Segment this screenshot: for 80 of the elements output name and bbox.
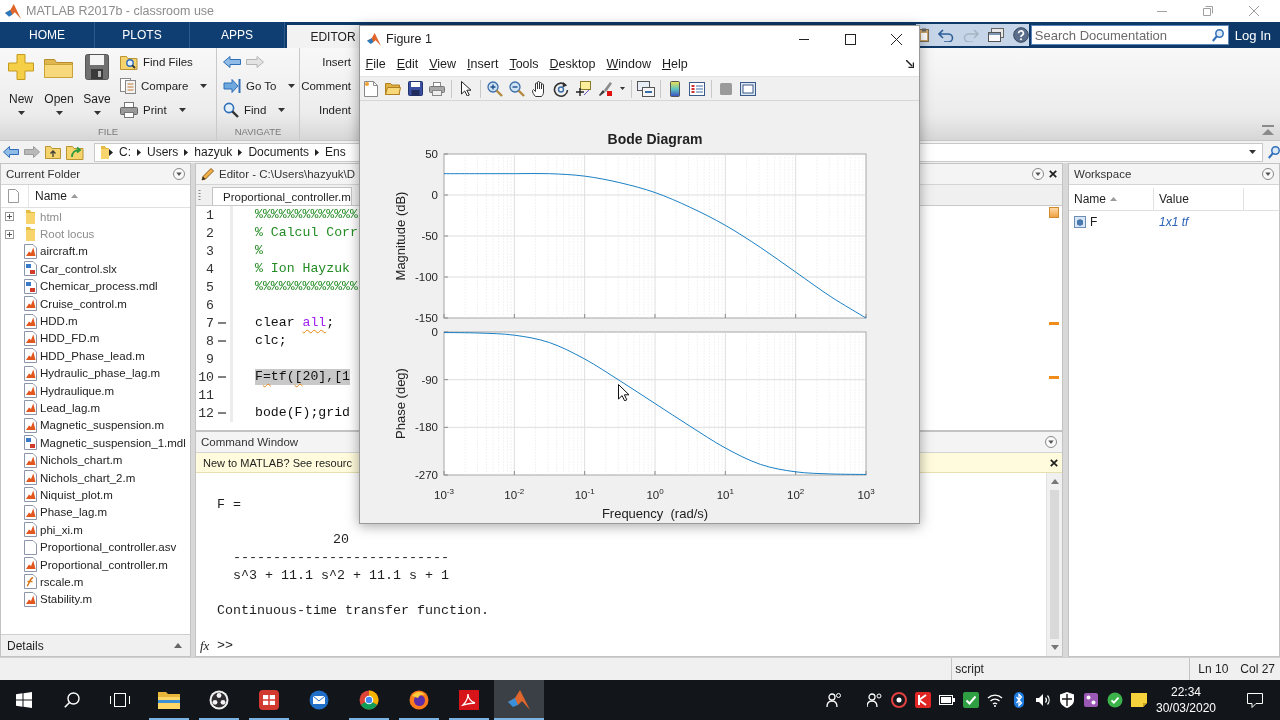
line-number: 6 bbox=[205, 297, 214, 313]
x-tick-label: 10$^{-2}$ bbox=[504, 488, 525, 502]
file-name: HDD_FD.m bbox=[40, 332, 100, 345]
file-name: Hydraulic_phase_lag.m bbox=[40, 367, 161, 380]
y-tick-label: -180 bbox=[414, 421, 438, 434]
code-line: % Calcul Corr bbox=[255, 225, 358, 241]
x-tick-label: 10$^{3}$ bbox=[857, 488, 875, 502]
file-name: Chemicar_process.mdl bbox=[40, 280, 158, 293]
window-title: Figure 1 bbox=[386, 32, 432, 46]
panel-title: Current Folder bbox=[6, 168, 81, 180]
file-name: Niquist_plot.m bbox=[40, 488, 113, 501]
panel-title: Command Window bbox=[201, 436, 299, 448]
file-name: phi_xi.m bbox=[40, 523, 83, 536]
numerator-line: 20 bbox=[332, 531, 349, 549]
line-number: 5 bbox=[205, 279, 214, 295]
panel-title: Workspace bbox=[1074, 168, 1132, 180]
x-tick-label: 10$^{-1}$ bbox=[574, 488, 595, 502]
denominator-line: s^3 + 11.1 s^2 + 11.1 s + 1 bbox=[233, 567, 449, 585]
file-name: aircraft.m bbox=[40, 245, 88, 258]
output-line: Continuous-time transfer function. bbox=[217, 602, 489, 620]
y-axis-label: Magnitude (dB) bbox=[392, 191, 408, 281]
file-name: Cruise_control.m bbox=[40, 297, 127, 310]
y-tick-label: -270 bbox=[414, 469, 438, 481]
section-label: NAVIGATE bbox=[234, 125, 282, 139]
y-tick-label: -100 bbox=[414, 271, 438, 283]
file-name: Proportional_controller.m bbox=[40, 558, 168, 571]
y-axis-label: Phase (deg) bbox=[392, 368, 408, 439]
panel-title: Editor - C:\Users\hazyuk\D bbox=[219, 168, 356, 180]
file-name: Root locus bbox=[40, 228, 95, 241]
output-line: F = bbox=[217, 496, 241, 514]
code-line: bode(F);grid bbox=[255, 405, 350, 421]
file-name: html bbox=[40, 210, 62, 223]
window-title: MATLAB R2017b - classroom use bbox=[26, 4, 215, 18]
file-name: Nichols_chart_2.m bbox=[40, 471, 136, 484]
y-tick-label: 50 bbox=[425, 149, 438, 160]
file-name: Hydraulique.m bbox=[40, 384, 115, 397]
line-number: 8 bbox=[205, 333, 214, 349]
line-number: 4 bbox=[205, 261, 214, 277]
line-number: 7 bbox=[205, 315, 214, 331]
section-label: FILE bbox=[97, 125, 119, 139]
chart-title: Bode Diagram bbox=[607, 131, 703, 147]
line-number: 11 bbox=[197, 387, 214, 403]
file-name: Lead_lag.m bbox=[40, 402, 101, 414]
y-tick-label: -150 bbox=[414, 312, 438, 324]
x-tick-label: 10$^{-3}$ bbox=[434, 488, 454, 502]
file-name: Proportional_controller.asv bbox=[40, 541, 177, 554]
fraction-bar-line: --------------------------- bbox=[233, 549, 449, 567]
file-name: Nichols_chart.m bbox=[40, 454, 123, 467]
y-tick-label: -90 bbox=[421, 373, 438, 386]
file-name: Car_control.slx bbox=[40, 262, 117, 275]
variable-value: 1x1 tf bbox=[1159, 215, 1189, 229]
y-tick-label: -50 bbox=[421, 230, 438, 242]
code-line: % bbox=[255, 243, 263, 259]
x-axis-label: Frequency (rad/s) bbox=[601, 505, 709, 521]
line-number: 10 bbox=[197, 369, 214, 385]
line-number: 2 bbox=[205, 225, 214, 241]
code-line: clear all; bbox=[255, 315, 335, 331]
file-name: Stability.m bbox=[40, 593, 93, 606]
file-name: Magnetic_suspension_1.mdl bbox=[40, 436, 186, 449]
code-line: clc; bbox=[255, 333, 287, 349]
x-tick-label: 10$^{1}$ bbox=[716, 488, 734, 502]
code-line: %%%%%%%%%%%%% bbox=[255, 279, 358, 295]
file-name: Phase_lag.m bbox=[40, 506, 108, 519]
x-tick-label: 10$^{2}$ bbox=[787, 488, 805, 502]
line-number: 12 bbox=[197, 405, 214, 421]
file-name: HDD.m bbox=[40, 315, 78, 328]
file-name: HDD_Phase_lead.m bbox=[40, 349, 145, 362]
file-name: Magnetic_suspension.m bbox=[40, 419, 164, 432]
x-tick-label: 10$^{0}$ bbox=[646, 488, 664, 502]
line-number: 3 bbox=[205, 243, 214, 259]
line-number: 9 bbox=[205, 351, 214, 367]
code-line: %%%%%%%%%%%%% bbox=[255, 207, 358, 223]
notification-text: New to MATLAB? See resourc bbox=[203, 456, 352, 469]
code-line: % Ion Hayzuk bbox=[255, 261, 350, 277]
y-tick-label: 0 bbox=[431, 189, 438, 201]
y-tick-label: 0 bbox=[431, 326, 438, 338]
line-indicator: Ln 10 bbox=[1198, 662, 1229, 676]
file-name: rscale.m bbox=[40, 575, 84, 588]
column-indicator: Col 27 bbox=[1240, 662, 1275, 676]
line-number: 1 bbox=[205, 207, 214, 223]
